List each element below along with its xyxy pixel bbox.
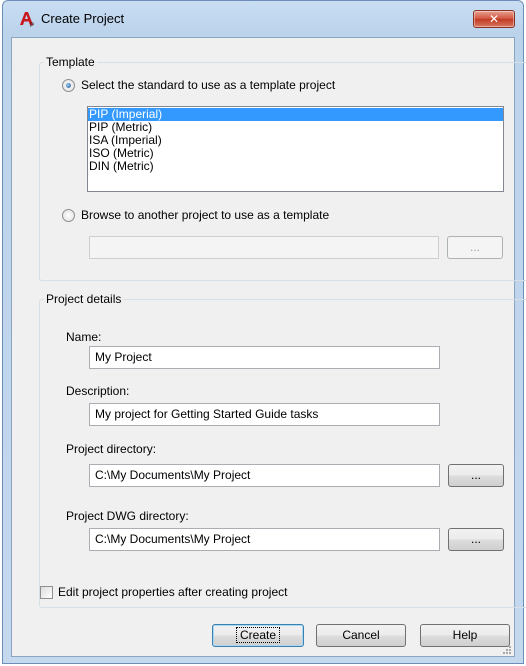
project-details-legend: Project details [46, 292, 122, 306]
close-icon: ✕ [488, 12, 500, 26]
template-path-field[interactable] [89, 236, 439, 259]
title-bar[interactable]: P Create Project ✕ [3, 1, 523, 37]
standard-list-item[interactable]: DIN (Metric) [88, 160, 503, 173]
project-directory-label: Project directory: [66, 442, 157, 456]
name-label: Name: [66, 330, 102, 344]
close-button[interactable]: ✕ [473, 10, 515, 28]
create-project-dialog: P Create Project ✕ Template Select the s… [2, 0, 526, 664]
description-label: Description: [66, 384, 130, 398]
browse-template-radio[interactable] [62, 209, 75, 222]
project-name-input[interactable]: My Project [89, 346, 440, 369]
standard-template-radio-label[interactable]: Select the standard to use as a template… [81, 78, 335, 92]
project-dwg-directory-label: Project DWG directory: [66, 509, 189, 523]
browse-template-radio-label[interactable]: Browse to another project to use as a te… [81, 208, 329, 222]
window-title: Create Project [41, 11, 125, 26]
help-button[interactable]: Help [420, 624, 510, 647]
standards-listbox[interactable]: PIP (Imperial) PIP (Metric) ISA (Imperia… [87, 106, 504, 192]
project-dwg-directory-browse-button[interactable]: ... [448, 528, 504, 551]
project-description-input[interactable]: My project for Getting Started Guide tas… [89, 403, 440, 426]
create-button-label: Create [235, 627, 281, 643]
autocad-plant-app-icon: P [19, 11, 35, 29]
edit-properties-checkbox[interactable] [40, 586, 53, 599]
resize-grip-icon[interactable] [502, 644, 512, 654]
project-dwg-directory-input[interactable]: C:\My Documents\My Project [89, 528, 440, 551]
project-directory-browse-button[interactable]: ... [448, 464, 504, 487]
standard-template-radio[interactable] [62, 79, 75, 92]
cancel-button[interactable]: Cancel [316, 624, 406, 647]
project-directory-input[interactable]: C:\My Documents\My Project [89, 464, 440, 487]
template-browse-button[interactable]: ... [447, 236, 503, 259]
edit-properties-checkbox-label[interactable]: Edit project properties after creating p… [58, 585, 287, 599]
dialog-body: Template Select the standard to use as a… [11, 37, 526, 657]
template-group-legend: Template [46, 55, 95, 69]
create-button[interactable]: Create [212, 624, 304, 647]
svg-text:P: P [30, 23, 34, 27]
